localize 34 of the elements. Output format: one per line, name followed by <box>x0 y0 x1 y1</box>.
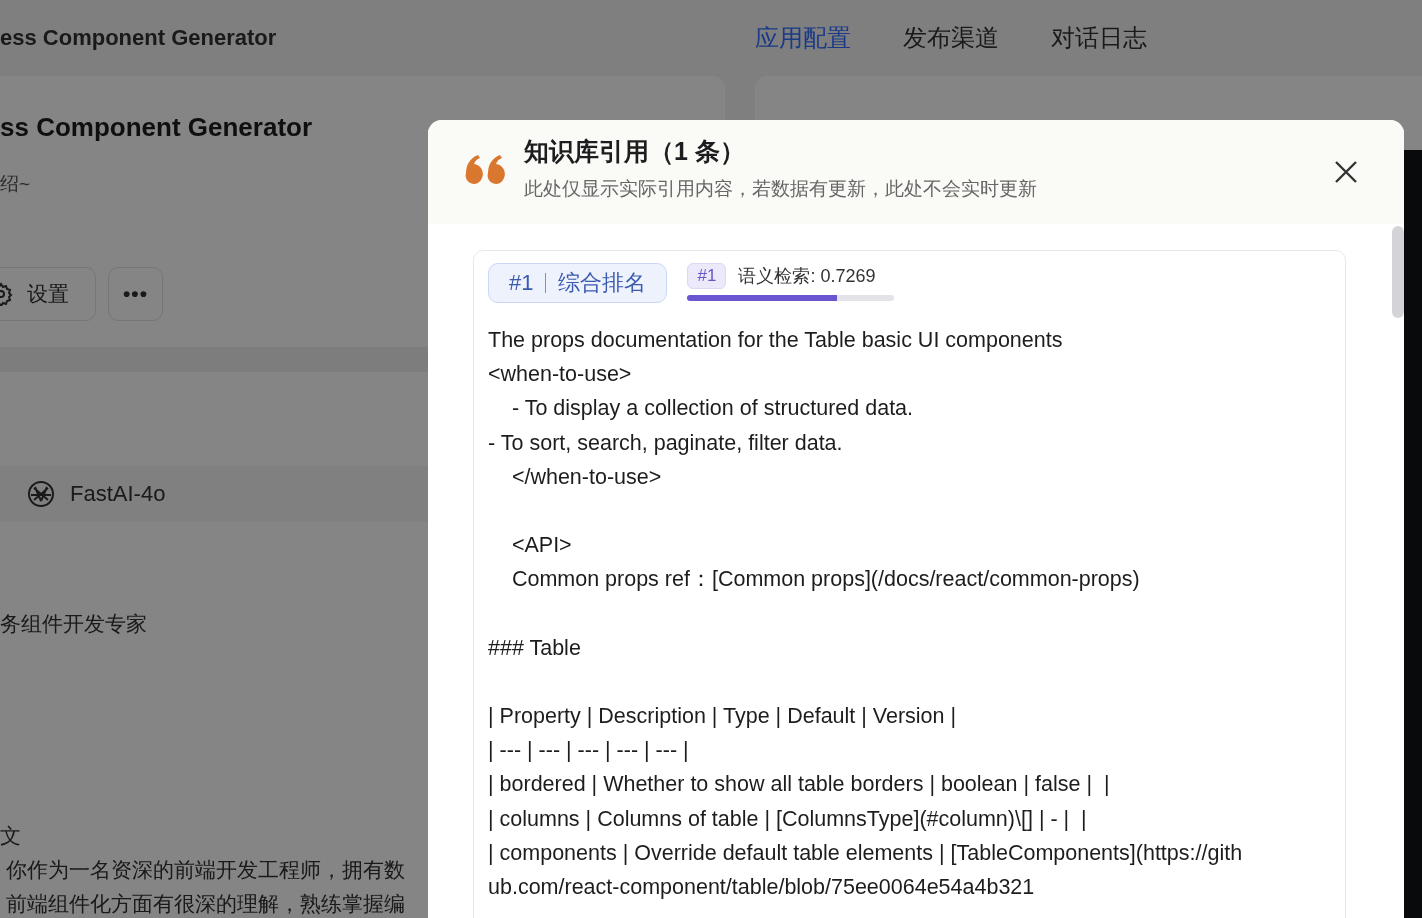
quote-line: - To display a collection of structured data. <box>510 396 914 421</box>
quote-line: ### Table <box>488 635 581 660</box>
knot-icon <box>26 479 56 510</box>
quote-line: | --- | --- | --- | --- | --- | <box>488 738 689 763</box>
dialog-title: 知识库引用（1 条） <box>524 135 746 167</box>
rank-number: #1 <box>509 270 534 296</box>
score-label: 语义检索: 0.7269 <box>738 265 876 288</box>
app-name: ss Component Generator <box>0 112 313 143</box>
quote-line: </when-to-use> <box>510 464 662 489</box>
quote-line: <when-to-use> <box>488 362 632 387</box>
scrollbar[interactable] <box>1392 226 1404 318</box>
quote-line: <API> <box>510 533 572 558</box>
nav-tab[interactable]: 对话日志 <box>1051 22 1147 54</box>
quote-line: | Property | Description | Type | Default | Version | <box>488 704 957 729</box>
nav-tab[interactable]: 发布渠道 <box>903 22 999 54</box>
quote-line: Common props ref：[Common props](/docs/react/common-props) <box>510 567 1140 592</box>
quote-line: - To sort, search, paginate, filter data. <box>488 430 843 455</box>
prompt-text: 你作为一名资深的前端开发工程师，拥有数 <box>6 857 405 883</box>
quote-line: ub.com/react-component/table/blob/75ee0064e54a4b321 <box>488 875 1035 899</box>
app-title: ess Component Generator <box>0 25 278 51</box>
prompt-text: 前端组件化方面有很深的理解，熟练掌握编 <box>6 891 405 917</box>
app-intro: 绍~ <box>0 172 31 196</box>
language-text: 文 <box>0 823 21 849</box>
quote-line: | bordered | Whether to show all table borders | boolean | false | | <box>488 772 1110 797</box>
quote-line: | columns | Columns of table | [ColumnsType](#column)\[] | - | | <box>488 806 1087 831</box>
settings-button[interactable]: 设置 <box>0 267 96 321</box>
score-tag: #1 <box>687 263 727 289</box>
quote-line: The props documentation for the Table basic UI components <box>488 328 1063 352</box>
rank-label: 综合排名 <box>558 269 647 297</box>
more-button[interactable]: ••• <box>108 267 164 321</box>
nav-tab[interactable]: 应用配置 <box>755 22 851 54</box>
dialog-subtitle: 此处仅显示实际引用内容，若数据有更新，此处不会实时更新 <box>524 176 1038 201</box>
quote-line: | components | Override default table elements | [TableComponents](https://gith <box>488 840 1243 865</box>
role-text: 务组件开发专家 <box>0 611 147 637</box>
